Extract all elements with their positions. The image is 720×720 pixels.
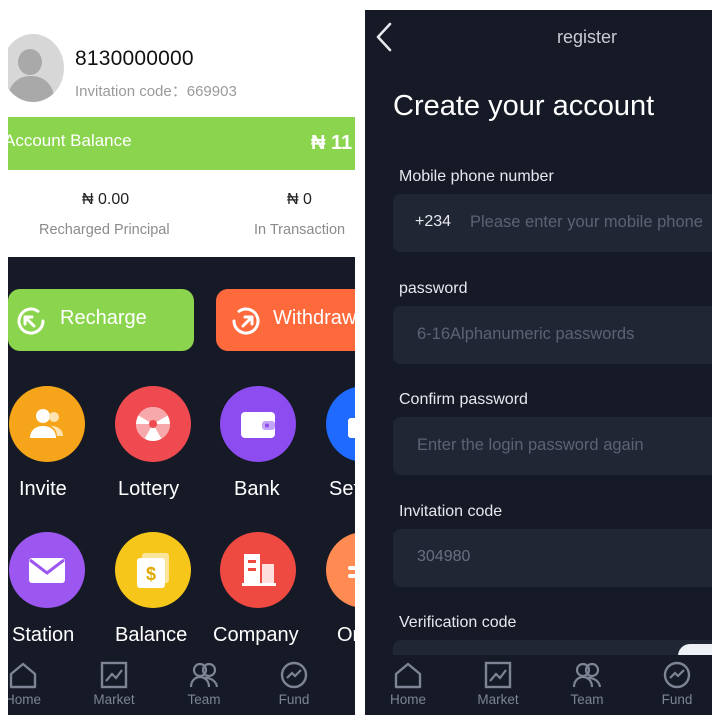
recharged-principal-label: Recharged Principal (39, 222, 170, 238)
account-screen: 8130000000 Invitation code：669903 Accoun… (8, 10, 355, 715)
invitation-code-field[interactable]: 304980 (393, 529, 712, 587)
mobile-field[interactable]: +234 Please enter your mobile phone (393, 194, 712, 252)
tab-market-label: Market (477, 692, 519, 707)
tab-team-label: Team (187, 692, 221, 707)
tab-market[interactable]: Market (79, 655, 149, 707)
invitation-code: Invitation code：669903 (75, 83, 237, 100)
tab-fund-label: Fund (278, 692, 310, 707)
invitation-code-value: 304980 (417, 548, 471, 565)
market-icon (100, 661, 128, 689)
country-code[interactable]: +234 (415, 213, 451, 231)
account-balance-bar: Account Balance ₦ 11 (8, 117, 355, 170)
tab-home[interactable]: Home (373, 655, 443, 707)
tab-fund-label: Fund (661, 692, 693, 707)
recharged-principal-value: ₦ 0.00 (82, 191, 130, 208)
station-label: Station (12, 624, 75, 646)
confirm-password-placeholder: Enter the login password again (417, 436, 644, 454)
settings-icon (348, 418, 355, 438)
order-label: Or (337, 624, 355, 646)
confirm-password-field[interactable]: Enter the login password again (393, 417, 712, 475)
tab-market-label: Market (93, 692, 135, 707)
bank-label: Bank (234, 478, 280, 500)
wallet-icon (241, 412, 275, 438)
tab-home-label: Home (389, 692, 426, 707)
team-icon (572, 662, 602, 688)
register-screen: register Create your account Mobile phon… (365, 10, 712, 715)
account-balance-value: ₦ 11 (311, 132, 353, 154)
mobile-placeholder: Please enter your mobile phone (470, 213, 703, 231)
home-icon (394, 662, 422, 689)
order-icon (348, 566, 355, 578)
recharge-label: Recharge (60, 307, 147, 329)
account-balance-label: Account Balance (8, 131, 132, 150)
user-phone: 8130000000 (75, 47, 194, 70)
in-transaction-label: In Transaction (254, 222, 346, 238)
building-icon (242, 554, 276, 586)
bottom-tab-bar: Home Market Team Fund (8, 655, 355, 715)
create-account-heading: Create your account (393, 90, 655, 122)
account-header: 8130000000 Invitation code：669903 Accoun… (8, 10, 355, 257)
back-arrow-icon[interactable] (373, 20, 395, 54)
recharge-icon (17, 307, 45, 335)
withdraw-label: Withdraw (273, 307, 355, 329)
set-label: Set (329, 478, 355, 500)
tab-fund[interactable]: Fund (259, 655, 329, 707)
mobile-label: Mobile phone number (399, 168, 554, 185)
verification-code-label: Verification code (399, 614, 517, 631)
set-app[interactable] (326, 386, 355, 462)
lottery-app[interactable] (115, 386, 191, 462)
svg-text:$: $ (146, 564, 156, 584)
withdraw-icon (232, 307, 260, 335)
password-field[interactable]: 6-16Alphanumeric passwords (393, 306, 712, 364)
invite-app[interactable] (9, 386, 85, 462)
balance-app[interactable]: $ (115, 532, 191, 608)
in-transaction-value: ₦ 0 (287, 191, 312, 208)
withdraw-button[interactable]: Withdraw (216, 289, 355, 351)
order-app[interactable] (326, 532, 355, 608)
money-icon: $ (137, 553, 169, 588)
wheel-icon (136, 407, 170, 441)
confirm-password-label: Confirm password (399, 391, 528, 408)
avatar[interactable] (8, 34, 64, 104)
users-icon (30, 409, 63, 438)
fund-icon (280, 661, 308, 689)
market-icon (484, 661, 512, 689)
page-title: register (557, 27, 618, 47)
tab-home-label: Home (8, 692, 41, 707)
bank-app[interactable] (220, 386, 296, 462)
company-label: Company (213, 624, 299, 646)
fund-icon (663, 661, 691, 689)
tab-team[interactable]: Team (169, 655, 239, 707)
tab-home[interactable]: Home (8, 655, 58, 707)
tab-fund[interactable]: Fund (642, 655, 712, 707)
company-app[interactable] (220, 532, 296, 608)
team-icon (189, 662, 219, 688)
balance-label: Balance (115, 624, 188, 646)
invitation-code-label: Invitation code (399, 503, 503, 520)
mail-icon (29, 558, 65, 583)
recharge-button[interactable]: Recharge (8, 289, 194, 351)
invite-label: Invite (19, 478, 67, 500)
password-label: password (399, 280, 468, 297)
home-icon (9, 662, 37, 689)
bottom-tab-bar: Home Market Team Fund (365, 655, 712, 715)
tab-team[interactable]: Team (552, 655, 622, 707)
tab-market[interactable]: Market (463, 655, 533, 707)
lottery-label: Lottery (118, 478, 180, 500)
station-app[interactable] (9, 532, 85, 608)
tab-team-label: Team (570, 692, 604, 707)
password-placeholder: 6-16Alphanumeric passwords (417, 325, 635, 343)
